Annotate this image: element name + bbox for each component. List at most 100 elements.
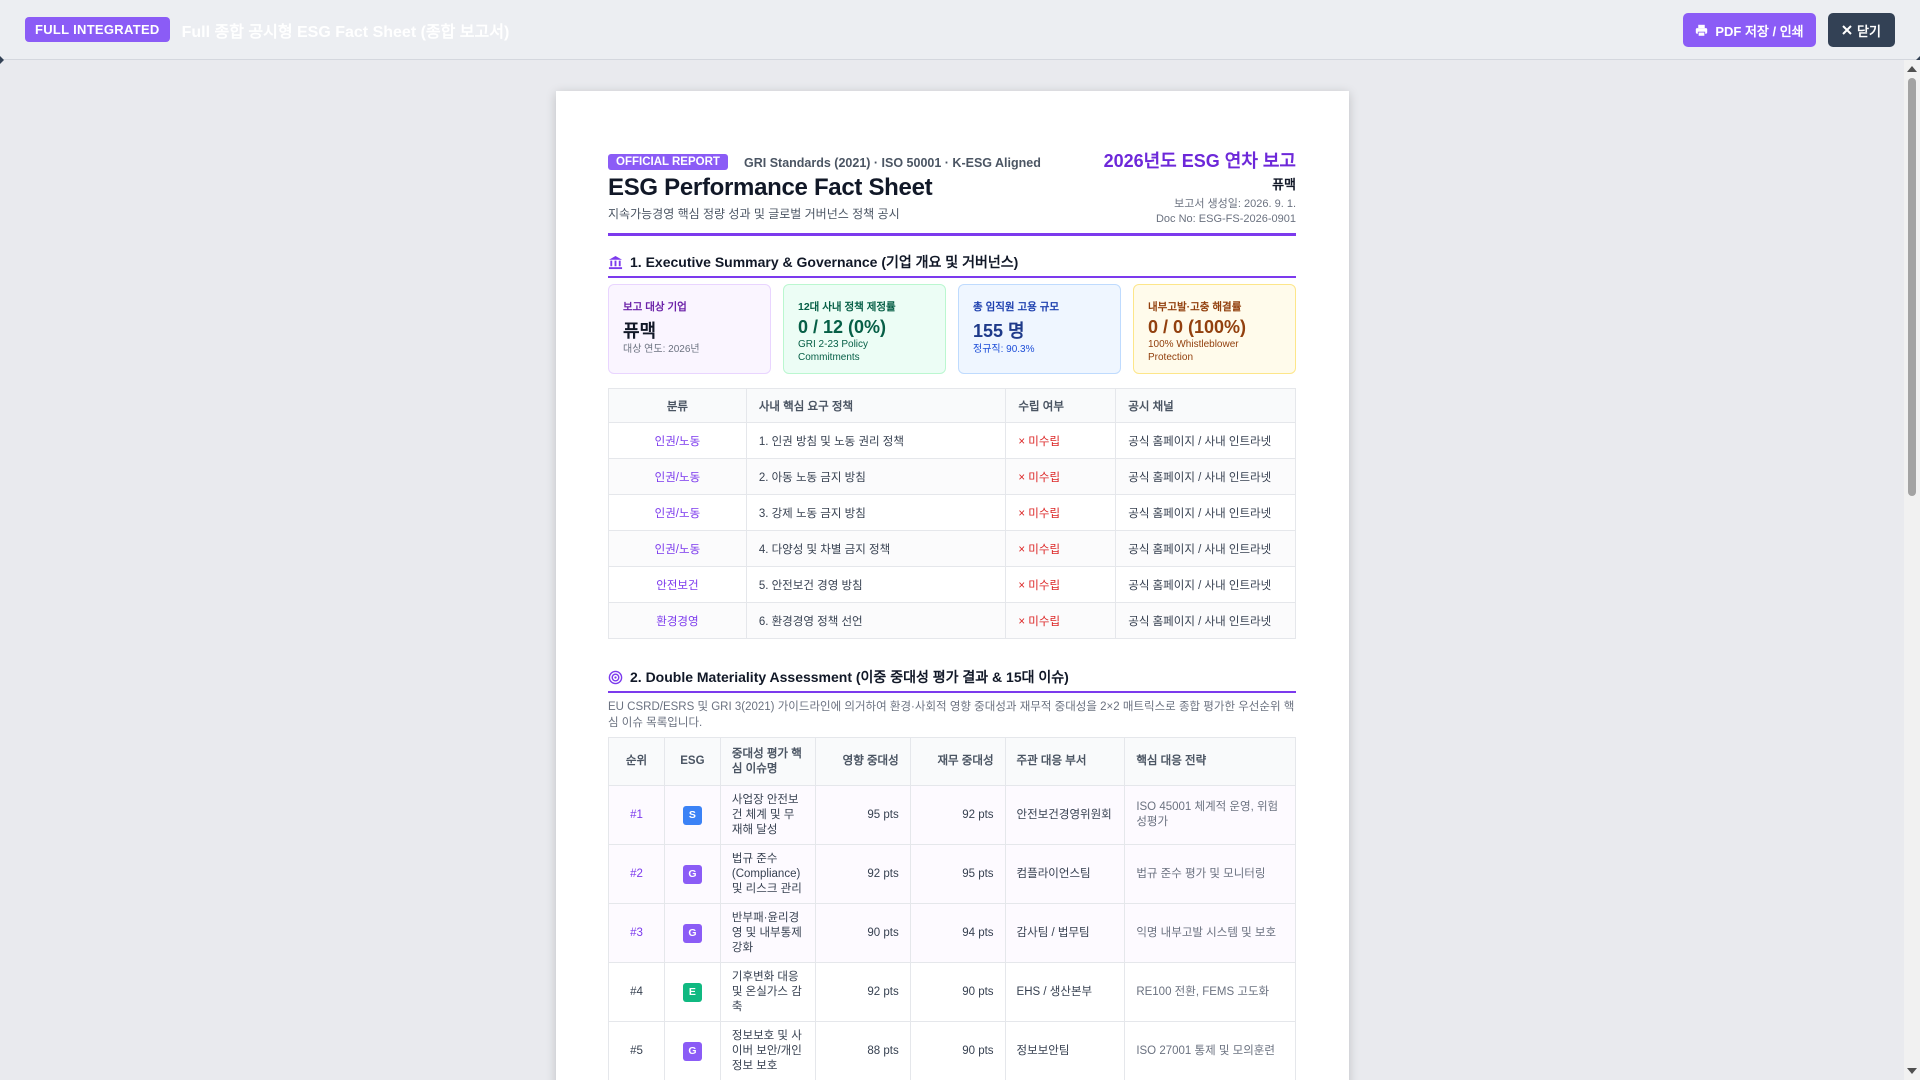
doc-number: Doc No: ESG-FS-2026-0901 [1155,213,1296,225]
card-note: 정규직: 90.3% [973,344,1035,355]
summary-cards: 보고 대상 기업 퓨맥 대상 연도: 2026년 12대 사내 정책 제정률 0… [608,284,1296,374]
policy-status: × 미수립 [1005,458,1117,495]
column-header: 핵심 대응 전략 [1124,737,1296,787]
table-row: 안전보건 5. 안전보건 경영 방침 × 미수립 공식 홈페이지 / 사내 인트… [608,566,1296,603]
table-row: #2 G 법규 준수(Compliance) 및 리스크 관리 92 pts 9… [608,844,1296,905]
esg-badge: G [682,1041,702,1061]
table-header-row: 순위 ESG 중대성 평가 핵심 이슈명 영향 중대성 재무 중대성 주관 대응… [608,737,1296,787]
esg-badge: E [682,982,702,1002]
financial-score: 90 pts [909,1021,1006,1080]
policy-category: 인권/노동 [608,458,747,495]
policy-channel: 공식 홈페이지 / 사내 인트라넷 [1115,530,1296,567]
generated-date: 보고서 생성일: 2026. 9. 1. [1174,198,1296,210]
table-row: 인권/노동 3. 강제 노동 금지 방침 × 미수립 공식 홈페이지 / 사내 … [608,494,1296,531]
full-integrated-badge: FULL INTEGRATED [25,17,170,42]
table-row: #1 S 사업장 안전보건 체계 및 무재해 달성 95 pts 92 pts … [608,785,1296,846]
card-whistleblower: 내부고발·고충 해결률 0 / 0 (100%) 100% Whistleblo… [1133,284,1296,374]
issue-name: 기후변화 대응 및 온실가스 감축 [719,962,816,1023]
issue-rank: #2 [608,844,665,905]
response-strategy: ISO 27001 통제 및 모의훈련 [1124,1021,1296,1080]
section-1-title: 1. Executive Summary & Governance (기업 개요… [608,252,1296,278]
card-employees: 총 임직원 고용 규모 155 명 정규직: 90.3% [958,284,1121,374]
bank-icon [608,255,623,269]
card-label: 총 임직원 고용 규모 [973,301,1060,313]
responsible-dept: 감사팀 / 법무팀 [1004,903,1126,964]
financial-score: 95 pts [909,844,1006,905]
policy-channel: 공식 홈페이지 / 사내 인트라넷 [1115,458,1296,495]
section-2-description: EU CSRD/ESRS 및 GRI 3(2021) 가이드라인에 의거하여 환… [608,701,1295,729]
report-header: OFFICIAL REPORT GRI Standards (2021) · I… [608,151,1296,236]
impact-score: 95 pts [814,785,911,846]
policy-status: × 미수립 [1005,494,1117,531]
card-label: 12대 사내 정책 제정률 [798,301,896,313]
card-note: 대상 연도: 2026년 [623,344,700,355]
card-company: 보고 대상 기업 퓨맥 대상 연도: 2026년 [608,284,771,374]
financial-score: 92 pts [909,785,1006,846]
policy-category: 환경경영 [608,602,747,639]
responsible-dept: 정보보안팀 [1004,1021,1126,1080]
issue-name: 정보보호 및 사이버 보안/개인정보 보호 [719,1021,816,1080]
policy-name: 4. 다양성 및 차별 금지 정책 [745,530,1007,567]
printer-icon [1696,24,1708,37]
policy-channel: 공식 홈페이지 / 사내 인트라넷 [1115,494,1296,531]
pdf-print-button[interactable]: PDF 저장 / 인쇄 [1683,13,1816,47]
table-row: 환경경영 6. 환경경영 정책 선언 × 미수립 공식 홈페이지 / 사내 인트… [608,602,1296,639]
financial-score: 94 pts [909,903,1006,964]
company-name: 퓨맥 [1272,177,1296,192]
response-strategy: 법규 준수 평가 및 모니터링 [1124,844,1296,905]
scroll-up-arrow[interactable] [1907,66,1917,72]
policy-category: 인권/노동 [608,530,747,567]
issue-rank: #4 [608,962,665,1023]
issue-name: 반부패·윤리경영 및 내부통제 강화 [719,903,816,964]
table-row: #3 G 반부패·윤리경영 및 내부통제 강화 90 pts 94 pts 감사… [608,903,1296,964]
window-title: Full 종합 공시형 ESG Fact Sheet (종합 보고서) [181,23,510,41]
table-row: 인권/노동 1. 인권 방침 및 노동 권리 정책 × 미수립 공식 홈페이지 … [608,422,1296,459]
responsible-dept: 컴플라이언스팀 [1004,844,1126,905]
column-header: 분류 [608,388,747,423]
section-2-title: 2. Double Materiality Assessment (이중 중대성… [608,667,1296,693]
table-row: 인권/노동 2. 아동 노동 금지 방침 × 미수립 공식 홈페이지 / 사내 … [608,458,1296,495]
response-strategy: ISO 45001 체계적 운영, 위험성평가 [1124,785,1296,846]
close-label: 닫기 [1857,23,1881,39]
close-button[interactable]: 닫기 [1828,13,1895,47]
card-policy-rate: 12대 사내 정책 제정률 0 / 12 (0%) GRI 2-23 Polic… [783,284,946,374]
scrollbar-thumb[interactable] [1908,78,1916,496]
card-note: 100% Whistleblower Protection [1148,339,1239,363]
response-strategy: RE100 전환, FEMS 고도화 [1124,962,1296,1023]
card-label: 보고 대상 기업 [623,301,687,313]
column-header: 공시 채널 [1115,388,1296,423]
scroll-down-arrow[interactable] [1907,1068,1917,1074]
column-header: 중대성 평가 핵심 이슈명 [719,737,816,787]
table-row: #4 E 기후변화 대응 및 온실가스 감축 92 pts 90 pts EHS… [608,962,1296,1023]
impact-score: 92 pts [814,962,911,1023]
policy-category: 인권/노동 [608,494,747,531]
card-value: 퓨맥 [623,321,657,341]
policy-name: 3. 강제 노동 금지 방침 [745,494,1007,531]
responsible-dept: EHS / 생산본부 [1004,962,1126,1023]
impact-score: 92 pts [814,844,911,905]
policy-category: 인권/노동 [608,422,747,459]
issue-name: 법규 준수(Compliance) 및 리스크 관리 [719,844,816,905]
report-year-title: 2026년도 ESG 연차 보고 [1103,151,1296,171]
esg-badge: G [682,923,702,943]
responsible-dept: 안전보건경영위원회 [1004,785,1126,846]
column-header: 영향 중대성 [814,737,911,787]
policy-status: × 미수립 [1005,566,1117,603]
financial-score: 90 pts [909,962,1006,1023]
response-strategy: 익명 내부고발 시스템 및 보호 [1124,903,1296,964]
esg-cell: E [663,962,721,1023]
esg-cell: G [663,844,721,905]
policy-name: 1. 인권 방침 및 노동 권리 정책 [745,422,1007,459]
card-value: 155 명 [973,321,1025,341]
materiality-table: 순위 ESG 중대성 평가 핵심 이슈명 영향 중대성 재무 중대성 주관 대응… [608,737,1296,1080]
policy-name: 6. 환경경영 정책 선언 [745,602,1007,639]
issue-rank: #5 [608,1021,665,1080]
target-icon [608,670,623,684]
impact-score: 88 pts [814,1021,911,1080]
table-row: 인권/노동 4. 다양성 및 차별 금지 정책 × 미수립 공식 홈페이지 / … [608,530,1296,567]
policy-channel: 공식 홈페이지 / 사내 인트라넷 [1115,602,1296,639]
issue-name: 사업장 안전보건 체계 및 무재해 달성 [719,785,816,846]
column-header: 순위 [608,737,665,787]
table-row: #5 G 정보보호 및 사이버 보안/개인정보 보호 88 pts 90 pts… [608,1021,1296,1080]
policy-table: 분류 사내 핵심 요구 정책 수립 여부 공시 채널 인권/노동 1. 인권 방… [608,388,1296,639]
